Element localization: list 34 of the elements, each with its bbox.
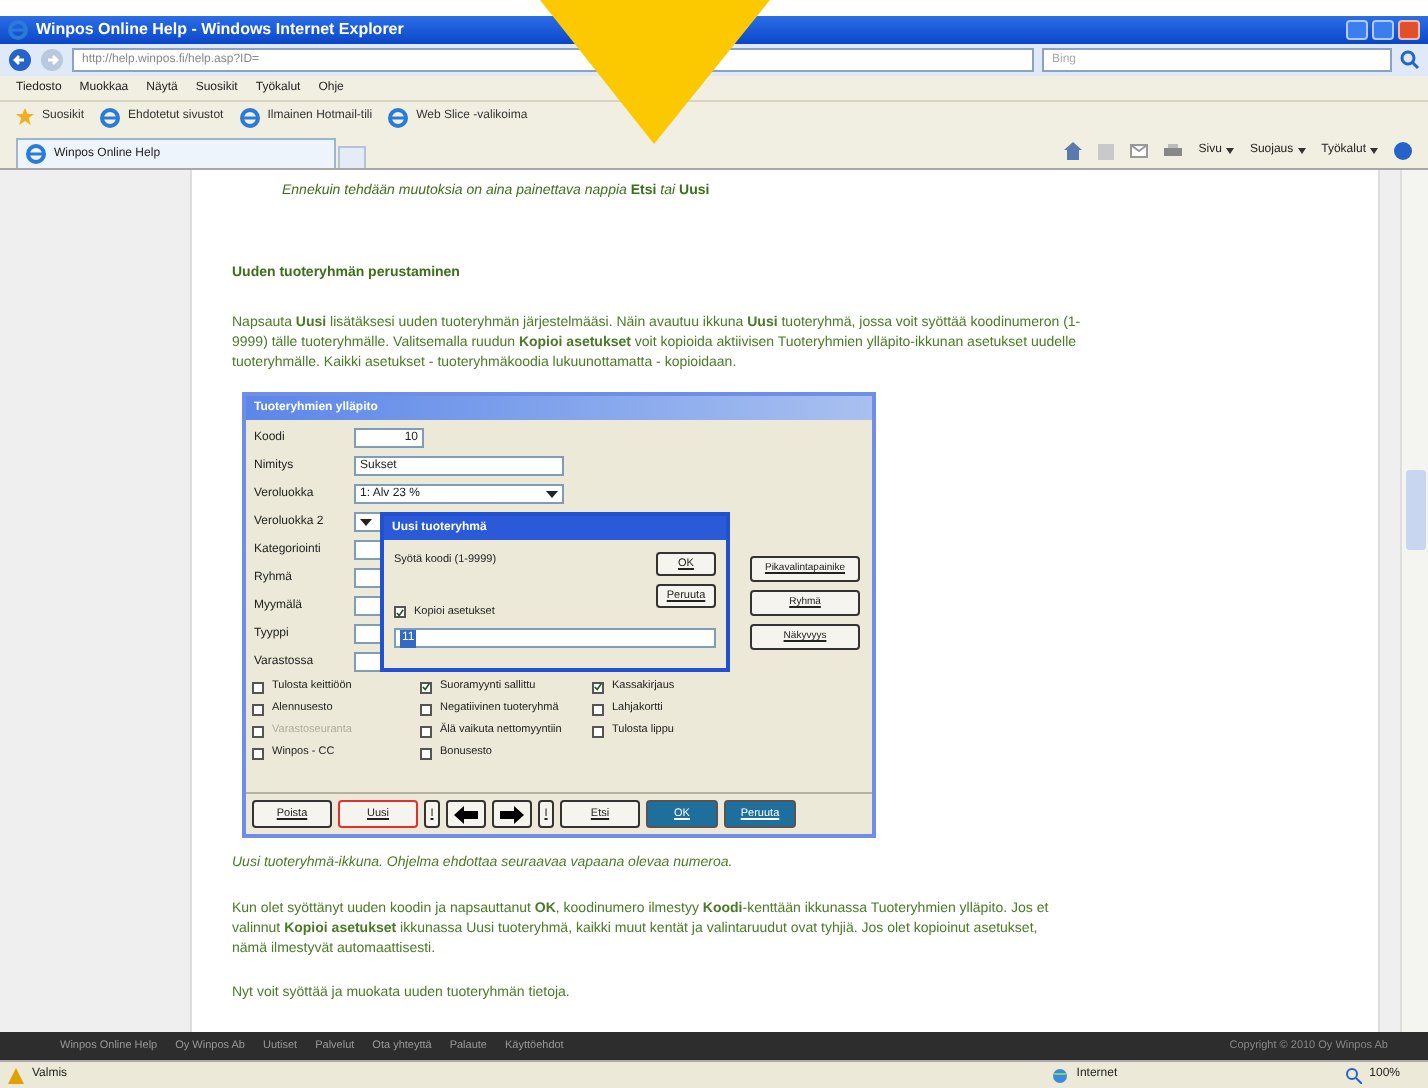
- left-arrow-icon: [454, 805, 478, 823]
- dropdown-arrow-icon: [360, 516, 372, 528]
- back-button-icon[interactable]: [8, 48, 32, 72]
- right-arrow-icon: [500, 805, 524, 823]
- scrollbar-thumb[interactable]: [1406, 470, 1426, 550]
- checkmark-icon: [396, 607, 404, 618]
- close-button[interactable]: [1398, 20, 1420, 40]
- mail-icon[interactable]: [1130, 144, 1149, 158]
- browser-logo-icon: [26, 144, 46, 164]
- star-icon: [16, 108, 34, 126]
- browser-logo-icon: [388, 107, 409, 127]
- next-button[interactable]: [492, 800, 532, 828]
- browser-logo-icon: [100, 107, 121, 127]
- search-icon[interactable]: [1400, 50, 1420, 70]
- forward-button-icon[interactable]: [40, 48, 64, 72]
- checkmark-icon: [594, 682, 602, 692]
- browser-logo-icon: [239, 107, 260, 127]
- previous-button[interactable]: [446, 800, 486, 828]
- warning-icon: [8, 1067, 24, 1083]
- scrollbar[interactable]: [1400, 170, 1428, 1032]
- home-icon[interactable]: [1064, 142, 1083, 160]
- dropdown-arrow-icon: [1297, 148, 1306, 154]
- dropdown-arrow-icon: [1370, 148, 1378, 154]
- browser-logo-icon: [8, 20, 28, 40]
- minimize-button[interactable]: [1346, 20, 1368, 40]
- globe-icon: [1052, 1067, 1069, 1083]
- window-title: Winpos Online Help - Windows Internet Explorer: [36, 18, 404, 42]
- checkmark-icon: [422, 682, 430, 692]
- new-tab-button[interactable]: [338, 146, 366, 168]
- maximize-button[interactable]: [1372, 20, 1394, 40]
- magnifier-icon: [1345, 1067, 1362, 1083]
- dropdown-arrow-icon: [546, 488, 558, 500]
- printer-icon[interactable]: [1164, 143, 1183, 159]
- dropdown-arrow-icon: [1225, 148, 1234, 154]
